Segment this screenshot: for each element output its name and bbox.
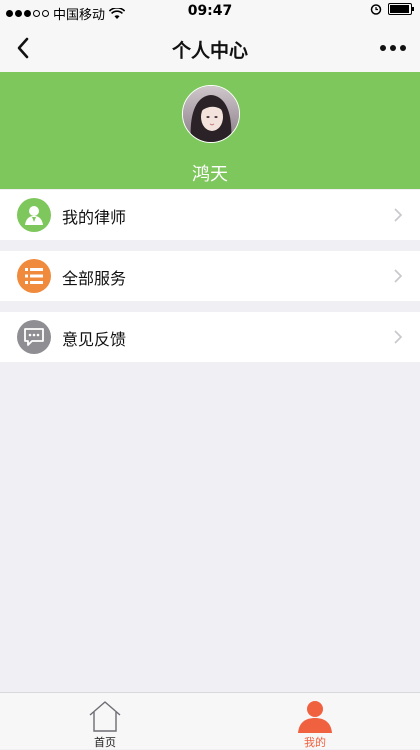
menu-item-feedback[interactable]: 意见反馈 [0, 312, 420, 362]
user-icon [298, 701, 332, 733]
profile-banner: 鸿天 [0, 72, 420, 189]
status-time: 09:47 [187, 3, 233, 19]
menu-item-all-services[interactable]: 全部服务 [0, 251, 420, 301]
more-button[interactable] [380, 38, 410, 58]
nav-bar: 个人中心 [0, 24, 420, 73]
menu-label: 全部服务 [62, 269, 127, 288]
status-right [370, 3, 414, 15]
avatar[interactable] [182, 85, 240, 143]
chevron-right-icon [394, 330, 403, 344]
chevron-right-icon [394, 208, 403, 222]
battery-icon [388, 3, 414, 15]
menu-label: 意见反馈 [62, 330, 127, 349]
profile-name: 鸿天 [192, 164, 228, 185]
chevron-right-icon [394, 269, 403, 283]
tab-bar: 首页 我的 [0, 692, 420, 749]
home-icon [89, 701, 121, 732]
battery-level [390, 5, 409, 13]
alarm-icon [370, 4, 382, 15]
menu-item-my-lawyer[interactable]: 我的律师 [0, 190, 420, 240]
feedback-icon [17, 320, 51, 354]
menu-label: 我的律师 [62, 208, 127, 227]
status-bar: 中国移动 09:47 [0, 0, 420, 24]
tab-home[interactable]: 首页 [0, 693, 210, 749]
lawyer-icon [17, 198, 51, 232]
list-icon [17, 259, 51, 293]
more-dots-icon [380, 45, 386, 51]
page-title: 个人中心 [171, 40, 248, 62]
avatar-image [183, 86, 239, 142]
tab-mine[interactable]: 我的 [210, 693, 420, 749]
